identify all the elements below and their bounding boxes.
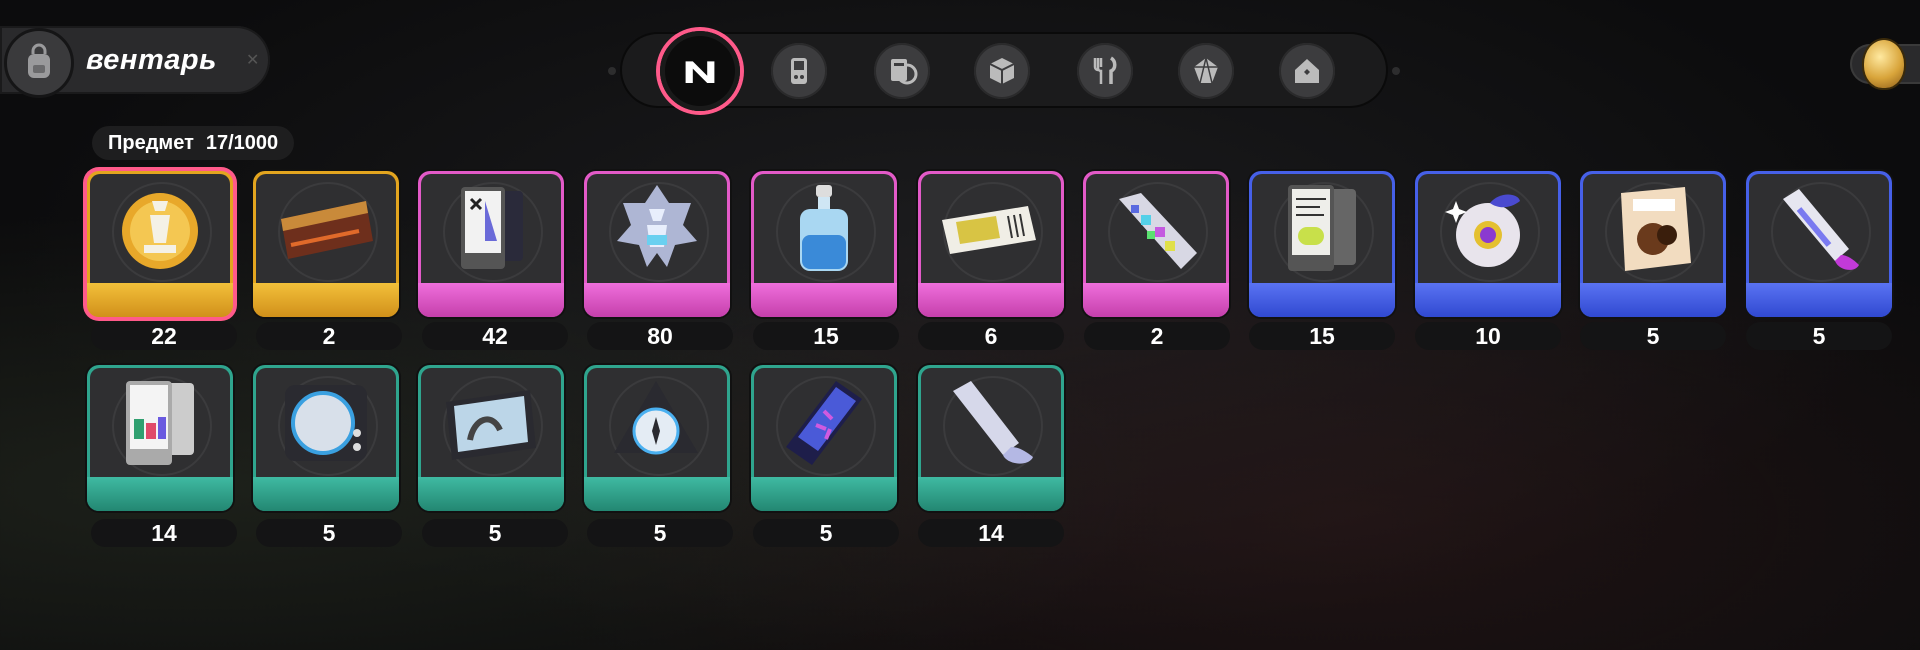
inventory-counter: Предмет 17/1000	[92, 126, 295, 160]
item-quantity: 22	[91, 322, 237, 350]
item-quantity: 5	[1580, 322, 1726, 350]
item-card[interactable]	[87, 365, 233, 511]
item-quantity: 5	[753, 519, 899, 547]
fork-knife-icon	[1093, 56, 1117, 84]
item-card[interactable]	[253, 365, 399, 511]
counter-value: 17/1000	[205, 131, 279, 154]
item-card[interactable]	[87, 171, 233, 317]
tab-crystal[interactable]	[1178, 43, 1234, 99]
title-decoration: ✕	[246, 50, 259, 69]
item-card[interactable]	[1580, 171, 1726, 317]
item-card[interactable]	[751, 365, 897, 511]
ticket-icon	[942, 206, 1036, 254]
bottle-icon	[800, 185, 848, 271]
compass-device-icon	[614, 381, 698, 455]
n-logo-icon	[685, 61, 715, 83]
fruit-icon	[1445, 194, 1520, 267]
item-card[interactable]	[918, 171, 1064, 317]
tablet-icon	[1288, 185, 1356, 271]
pixel-tube-icon	[1119, 193, 1197, 269]
item-card[interactable]	[1746, 171, 1892, 317]
item-quantity: 6	[918, 322, 1064, 350]
crystal-icon	[1194, 57, 1218, 84]
item-quantity: 14	[918, 519, 1064, 547]
item-quantity: 2	[256, 322, 402, 350]
tabbar-right-dot	[1392, 67, 1400, 75]
item-card[interactable]	[1249, 171, 1395, 317]
cube-box-icon	[989, 58, 1015, 84]
snack-bag-icon	[1621, 187, 1691, 271]
disc-case-icon	[891, 59, 918, 85]
chess-trophy-icon	[122, 193, 198, 269]
item-card[interactable]	[1083, 171, 1229, 317]
item-card[interactable]	[253, 171, 399, 317]
tab-box[interactable]	[974, 43, 1030, 99]
tab-food[interactable]	[1077, 43, 1133, 99]
turntable-icon	[285, 385, 367, 461]
ticket-card-icon	[281, 201, 373, 259]
item-card[interactable]	[418, 171, 564, 317]
tablet-card-icon	[126, 381, 194, 465]
item-quantity: 5	[256, 519, 402, 547]
item-quantity: 14	[91, 519, 237, 547]
capsule-icon	[786, 381, 862, 465]
item-quantity: 15	[1249, 322, 1395, 350]
tablet-card-icon	[461, 187, 523, 269]
tab-logo[interactable]	[660, 31, 740, 111]
home-icon	[1295, 59, 1319, 83]
item-quantity: 5	[422, 519, 568, 547]
tab-disc[interactable]	[874, 43, 930, 99]
item-quantity: 15	[753, 322, 899, 350]
tab-device[interactable]	[771, 43, 827, 99]
page-title: вентарь	[86, 44, 217, 76]
counter-label: Предмет	[108, 131, 194, 154]
paint-tube-icon	[953, 381, 1033, 464]
tabbar-left-dot	[608, 67, 616, 75]
item-card[interactable]	[1415, 171, 1561, 317]
item-quantity: 2	[1084, 322, 1230, 350]
item-quantity: 5	[587, 519, 733, 547]
item-card[interactable]	[584, 365, 730, 511]
monitor-icon	[446, 390, 536, 460]
item-quantity: 42	[422, 322, 568, 350]
item-quantity: 80	[587, 322, 733, 350]
backpack-icon[interactable]	[4, 28, 74, 98]
coin-icon	[1864, 40, 1904, 88]
item-quantity: 10	[1415, 322, 1561, 350]
handheld-device-icon	[791, 58, 807, 84]
tab-home[interactable]	[1279, 43, 1335, 99]
item-quantity: 5	[1746, 322, 1892, 350]
item-card[interactable]	[751, 171, 897, 317]
item-card[interactable]	[584, 171, 730, 317]
item-card[interactable]	[918, 365, 1064, 511]
crystal-emblem-icon	[617, 185, 697, 267]
paint-tube-icon	[1783, 189, 1859, 270]
item-card[interactable]	[418, 365, 564, 511]
